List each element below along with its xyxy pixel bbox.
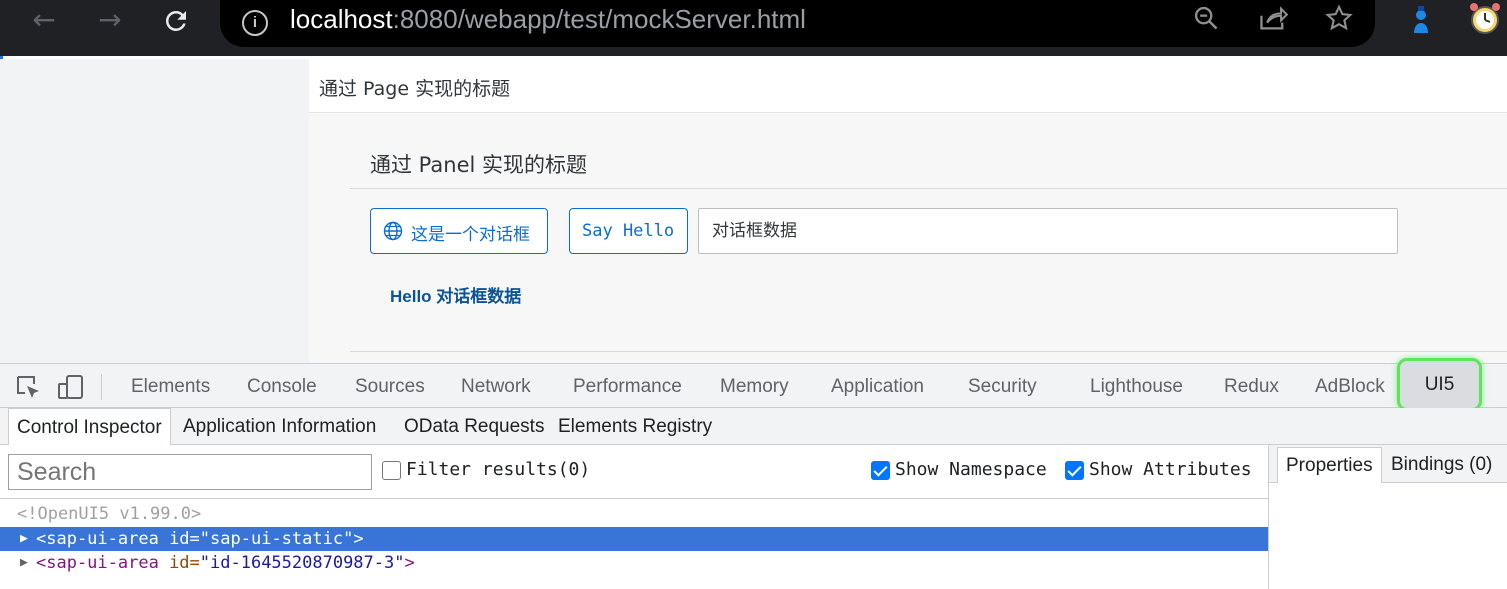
- inspect-element-icon[interactable]: [15, 374, 41, 400]
- filter-results-label: Filter results(0): [406, 459, 591, 480]
- control-tree: <!OpenUI5 v1.99.0> ▶ <sap-ui-area id="sa…: [0, 500, 1268, 589]
- panel-divider: [350, 188, 1507, 189]
- tree-node-code: <sap-ui-area id="sap-ui-static">: [36, 527, 364, 551]
- page-gutter: [0, 59, 309, 363]
- show-namespace-label: Show Namespace: [895, 459, 1047, 480]
- show-namespace-checkbox[interactable]: [871, 461, 890, 480]
- toolbar-divider: [101, 374, 102, 400]
- tab-sources[interactable]: Sources: [355, 376, 425, 398]
- forward-icon[interactable]: →: [94, 6, 126, 34]
- node-tag: <sap-ui-area: [36, 553, 159, 573]
- show-attributes-checkbox[interactable]: [1065, 461, 1084, 480]
- node-close: >: [404, 553, 415, 573]
- url-host: localhost: [290, 4, 393, 34]
- page-title: 通过 Page 实现的标题: [319, 78, 511, 100]
- tab-elements[interactable]: Elements: [131, 376, 210, 398]
- inspector-toolbar: Search Filter results(0) Show Namespace …: [0, 445, 1268, 499]
- reload-icon[interactable]: [160, 6, 192, 34]
- node-attr: id=: [158, 553, 200, 573]
- browser-toolbar: ← → i localhost:8080/webapp/test/mockSer…: [0, 0, 1507, 56]
- alarm-icon[interactable]: [1468, 2, 1502, 36]
- star-icon[interactable]: [1324, 4, 1354, 39]
- panel-title: 通过 Panel 实现的标题: [370, 153, 588, 177]
- tab-security[interactable]: Security: [968, 376, 1037, 398]
- extension-icon[interactable]: [1410, 6, 1432, 36]
- address-bar[interactable]: i localhost:8080/webapp/test/mockServer.…: [220, 0, 1375, 47]
- globe-icon: [383, 221, 403, 241]
- app-page: 通过 Page 实现的标题 通过 Panel 实现的标题 这是一个对话框 Say…: [309, 59, 1507, 363]
- tab-lighthouse[interactable]: Lighthouse: [1090, 376, 1183, 398]
- tree-row[interactable]: ▶ <sap-ui-area id="id-1645520870987-3">: [0, 551, 1268, 575]
- expand-arrow-icon[interactable]: ▶: [20, 527, 28, 551]
- tab-ui5[interactable]: UI5: [1397, 358, 1482, 411]
- details-panel: Properties Bindings (0): [1268, 445, 1507, 589]
- tab-network[interactable]: Network: [461, 376, 531, 398]
- details-tabs: Properties Bindings (0): [1269, 445, 1507, 483]
- subtab-elements-registry[interactable]: Elements Registry: [550, 408, 720, 445]
- version-comment: <!OpenUI5 v1.99.0>: [17, 504, 202, 524]
- tab-adblock[interactable]: AdBlock: [1315, 376, 1385, 398]
- tab-ui5-label: UI5: [1424, 374, 1455, 395]
- share-icon[interactable]: [1258, 4, 1289, 39]
- tab-application[interactable]: Application: [831, 376, 924, 398]
- tab-redux[interactable]: Redux: [1224, 376, 1279, 398]
- tab-bindings[interactable]: Bindings (0): [1383, 447, 1500, 483]
- panel-bottom-border: [350, 351, 1507, 352]
- back-icon[interactable]: ←: [28, 6, 60, 34]
- zoom-icon[interactable]: [1192, 4, 1220, 39]
- subtab-control-inspector[interactable]: Control Inspector: [8, 408, 171, 445]
- url-path: :8080/webapp/test/mockServer.html: [392, 4, 806, 34]
- tab-console[interactable]: Console: [247, 376, 317, 398]
- device-toolbar-icon[interactable]: [58, 374, 84, 400]
- filter-results-checkbox[interactable]: [382, 461, 401, 480]
- url-text[interactable]: localhost:8080/webapp/test/mockServer.ht…: [290, 4, 806, 35]
- node-tag: <sap-ui-area: [36, 529, 159, 549]
- tree-node-code: <sap-ui-area id="id-1645520870987-3">: [36, 551, 415, 575]
- node-attr: id=: [158, 529, 200, 549]
- node-value: "id-1645520870987-3": [199, 553, 405, 573]
- search-input[interactable]: Search: [8, 454, 372, 490]
- tab-memory[interactable]: Memory: [720, 376, 789, 398]
- show-attributes-label: Show Attributes: [1089, 459, 1252, 480]
- expand-arrow-icon[interactable]: ▶: [20, 551, 28, 575]
- node-close: >: [353, 529, 364, 549]
- hello-text: Hello 对话框数据: [390, 287, 522, 306]
- tree-comment-row: <!OpenUI5 v1.99.0>: [0, 502, 1268, 526]
- ui5-subtabs: Control Inspector Application Informatio…: [0, 408, 1507, 445]
- say-hello-button[interactable]: Say Hello: [569, 208, 688, 254]
- info-icon[interactable]: i: [242, 10, 268, 36]
- open-dialog-button[interactable]: 这是一个对话框: [370, 208, 548, 254]
- node-value: "sap-ui-static": [199, 529, 354, 549]
- page-header: 通过 Page 实现的标题: [309, 59, 1507, 113]
- tab-properties[interactable]: Properties: [1277, 447, 1382, 483]
- tree-row[interactable]: ▶ <sap-ui-area id="sap-ui-static">: [0, 527, 1268, 551]
- tab-performance[interactable]: Performance: [573, 376, 682, 398]
- say-hello-label: Say Hello: [582, 221, 675, 241]
- subtab-application-information[interactable]: Application Information: [175, 408, 384, 445]
- subtab-odata-requests[interactable]: OData Requests: [396, 408, 552, 445]
- open-dialog-label: 这是一个对话框: [411, 225, 530, 245]
- dialog-data-input[interactable]: 对话框数据: [698, 208, 1398, 254]
- devtools-tabbar: Elements Console Sources Network Perform…: [0, 358, 1507, 411]
